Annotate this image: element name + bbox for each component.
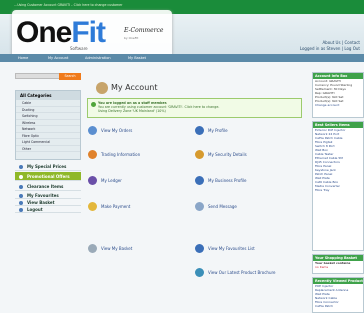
nav-my-basket[interactable]: My Basket bbox=[128, 56, 146, 60]
change-account-link[interactable]: Change account bbox=[313, 103, 363, 107]
logo-tagline: by OneFit bbox=[124, 36, 139, 40]
nav-my-account[interactable]: My Account bbox=[48, 56, 68, 60]
logo-one-text: One bbox=[16, 16, 72, 49]
logo-software-text: Software bbox=[70, 46, 88, 51]
recently-viewed-box: Recently Viewed Products POE Injector Re… bbox=[312, 277, 364, 313]
menu-label: Promotional Offers bbox=[27, 174, 70, 179]
tile-label: My Security Details bbox=[208, 152, 247, 157]
staff-notice: You are logged on as a staff member. You… bbox=[87, 98, 302, 118]
notice-line: Using Delivery Zone 'UK Mainland' (10%) bbox=[98, 109, 166, 114]
view-orders-link[interactable]: View My Orders bbox=[88, 126, 132, 135]
tile-label: My Business Profile bbox=[208, 178, 247, 183]
view-basket-link[interactable]: View My Basket bbox=[88, 244, 132, 253]
header-links: About Us | Contact Logged in as Steven |… bbox=[300, 40, 360, 52]
tile-label: View My Orders bbox=[101, 128, 133, 133]
menu-logout[interactable]: Logout bbox=[15, 206, 81, 213]
menu-label: My Favourites bbox=[27, 193, 59, 198]
menu-view-basket[interactable]: View Basket bbox=[15, 199, 81, 206]
star-icon bbox=[19, 164, 23, 169]
account-info-box: Account Info Box Account: GRAVITI Curren… bbox=[312, 72, 364, 118]
category-item[interactable]: Other bbox=[16, 146, 80, 152]
menu-special-prices[interactable]: My Special Prices bbox=[15, 162, 81, 171]
make-payment-link[interactable]: Make Payment bbox=[88, 202, 130, 211]
favourites-icon bbox=[195, 244, 204, 253]
trading-info-link[interactable]: Trading Information bbox=[88, 150, 140, 159]
product-brochure-link[interactable]: View Our Latest Product Brochure bbox=[195, 268, 276, 277]
brochure-icon bbox=[195, 268, 204, 277]
menu-my-favourites[interactable]: My Favourites bbox=[15, 192, 81, 199]
tile-label: View My Basket bbox=[101, 246, 133, 251]
tag-icon bbox=[19, 174, 23, 179]
profile-icon bbox=[195, 126, 204, 135]
check-icon bbox=[91, 102, 96, 107]
menu-clearance-items[interactable]: Clearance Items bbox=[15, 182, 81, 191]
categories-panel: All Categories Cable Ducting Switching W… bbox=[15, 90, 81, 160]
basket-icon bbox=[88, 244, 97, 253]
onefit-logo[interactable]: OneFit Software E-Commerce by OneFit bbox=[12, 10, 172, 58]
categories-title[interactable]: All Categories bbox=[16, 91, 80, 100]
recent-item[interactable]: Cat5e Patch bbox=[313, 304, 363, 308]
page-title: My Account bbox=[111, 83, 158, 92]
my-profile-link[interactable]: My Profile bbox=[195, 126, 228, 135]
basket-items: no items bbox=[315, 265, 329, 269]
logo-fit-text: Fit bbox=[71, 16, 106, 49]
account-icon bbox=[96, 82, 108, 94]
heart-icon bbox=[19, 193, 23, 198]
tile-label: My Ledger bbox=[101, 178, 122, 183]
security-details-link[interactable]: My Security Details bbox=[195, 150, 247, 159]
key-icon bbox=[195, 150, 204, 159]
tile-label: View Our Latest Product Brochure bbox=[208, 270, 276, 275]
tile-label: View My Favourites List bbox=[208, 246, 255, 251]
tile-label: My Profile bbox=[208, 128, 228, 133]
shopping-basket-box: Your Shopping Basket Your basket contain… bbox=[312, 254, 364, 274]
best-sellers-box: Best Sellers Items Exterior PoE Injector… bbox=[312, 121, 364, 251]
main-nav: Home My Account Administration My Basket bbox=[0, 54, 364, 62]
best-seller-item[interactable]: Fibre Tray bbox=[313, 188, 363, 192]
message-icon bbox=[195, 202, 204, 211]
orders-icon bbox=[88, 126, 97, 135]
login-status[interactable]: Logged in as Steven | Log Out bbox=[300, 46, 360, 52]
favourites-list-link[interactable]: View My Favourites List bbox=[195, 244, 255, 253]
tile-label: Trading Information bbox=[101, 152, 141, 157]
send-message-link[interactable]: Send Message bbox=[195, 202, 237, 211]
tile-label: Make Payment bbox=[101, 204, 131, 209]
trading-icon bbox=[88, 150, 97, 159]
ledger-icon bbox=[88, 176, 97, 185]
tile-label: Send Message bbox=[208, 204, 237, 209]
menu-label: My Special Prices bbox=[27, 164, 67, 169]
clearance-icon bbox=[19, 184, 23, 189]
basket-icon bbox=[19, 200, 23, 205]
menu-promotional-offers[interactable]: Promotional Offers bbox=[15, 172, 81, 181]
logout-icon bbox=[19, 207, 23, 212]
business-profile-link[interactable]: My Business Profile bbox=[195, 176, 246, 185]
customer-account-message[interactable]: …Using Customer Account GRAVITI – Click … bbox=[14, 3, 122, 7]
my-ledger-link[interactable]: My Ledger bbox=[88, 176, 122, 185]
logo-ecommerce-text: E-Commerce bbox=[124, 27, 164, 34]
nav-administration[interactable]: Administration bbox=[85, 56, 111, 60]
search-button[interactable]: Search bbox=[59, 73, 81, 80]
menu-label: View Basket bbox=[27, 200, 55, 205]
search-input[interactable]: Search bbox=[15, 73, 81, 80]
menu-label: Logout bbox=[27, 207, 43, 212]
menu-label: Clearance Items bbox=[27, 184, 64, 189]
payment-icon bbox=[88, 202, 97, 211]
nav-home[interactable]: Home bbox=[18, 56, 28, 60]
business-icon bbox=[195, 176, 204, 185]
